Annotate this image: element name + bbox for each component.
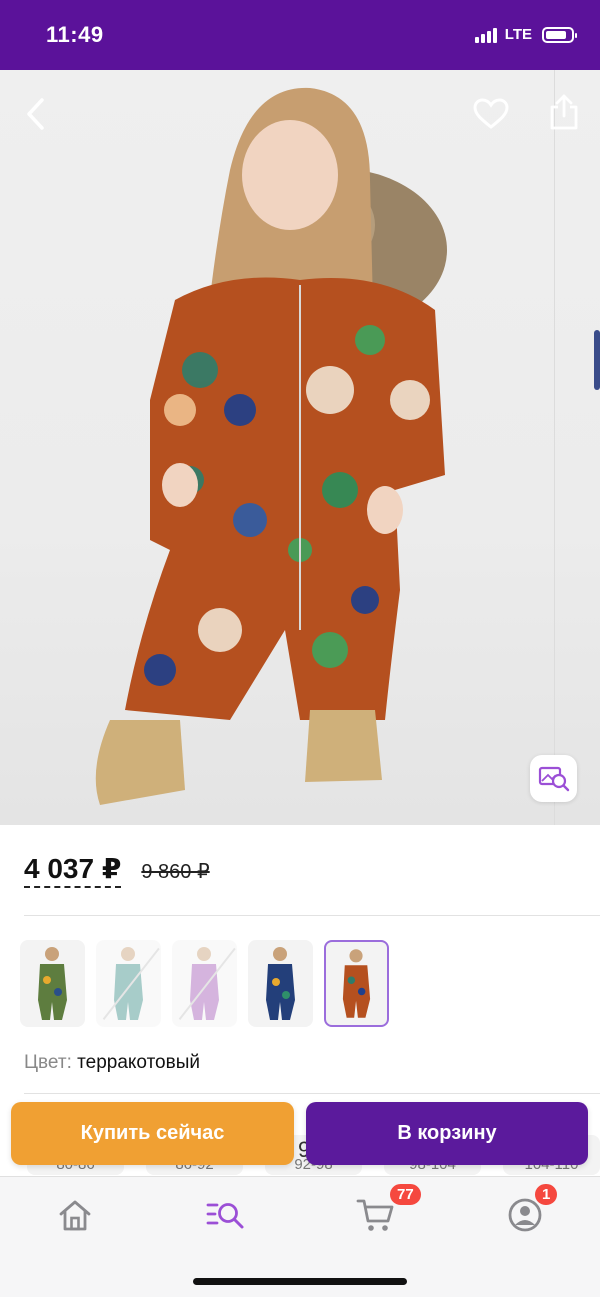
price-row: 4 037 ₽ 9 860 ₽ — [24, 852, 210, 888]
color-label: Цвет: — [24, 1052, 72, 1073]
status-indicators: LTE — [474, 26, 577, 43]
home-indicator — [193, 1278, 407, 1285]
variant-image — [38, 947, 67, 1020]
color-variant-thumb-selected[interactable] — [324, 940, 389, 1027]
share-button[interactable] — [540, 88, 588, 136]
image-search-icon — [538, 766, 569, 791]
search-list-icon — [206, 1203, 244, 1229]
variant-image — [266, 947, 295, 1020]
product-screen: 11:49 LTE 4 037 ₽ 9 860 ₽ Цвет: терракот… — [0, 0, 600, 1297]
color-variant-thumb[interactable] — [172, 940, 237, 1027]
home-icon — [59, 1200, 91, 1231]
divider — [24, 1093, 600, 1094]
cart-badge: 77 — [388, 1182, 423, 1207]
network-type: LTE — [504, 26, 532, 43]
visual-search-button[interactable] — [530, 755, 577, 802]
signal-icon — [474, 27, 497, 43]
profile-badge: 1 — [533, 1182, 560, 1207]
status-bar: 11:49 LTE — [0, 0, 600, 70]
color-value: терракотовый — [77, 1052, 200, 1073]
color-variant-thumb[interactable] — [20, 940, 85, 1027]
status-time: 11:49 — [46, 22, 104, 47]
variant-image — [342, 949, 371, 1018]
image-divider — [554, 70, 555, 825]
divider — [24, 915, 600, 916]
product-image[interactable] — [0, 70, 600, 825]
color-info: Цвет: терракотовый — [24, 1052, 200, 1074]
color-variant-thumb[interactable] — [248, 940, 313, 1027]
old-price: 9 860 ₽ — [141, 861, 210, 883]
variant-image — [190, 947, 219, 1020]
add-to-cart-button[interactable]: В корзину — [306, 1102, 588, 1165]
buy-now-button[interactable]: Купить сейчас — [11, 1102, 294, 1165]
current-price[interactable]: 4 037 ₽ — [24, 852, 122, 888]
product-photo-illustration — [95, 87, 600, 805]
tab-catalog[interactable] — [201, 1193, 249, 1237]
variant-image — [114, 947, 143, 1020]
tab-home[interactable] — [51, 1193, 99, 1237]
favorite-button[interactable] — [467, 90, 515, 138]
share-icon — [550, 94, 578, 130]
color-variants — [20, 940, 389, 1027]
chevron-left-icon — [27, 98, 44, 130]
battery-icon — [542, 26, 577, 43]
heart-icon — [473, 98, 509, 129]
back-button[interactable] — [12, 90, 60, 138]
color-variant-thumb[interactable] — [96, 940, 161, 1027]
